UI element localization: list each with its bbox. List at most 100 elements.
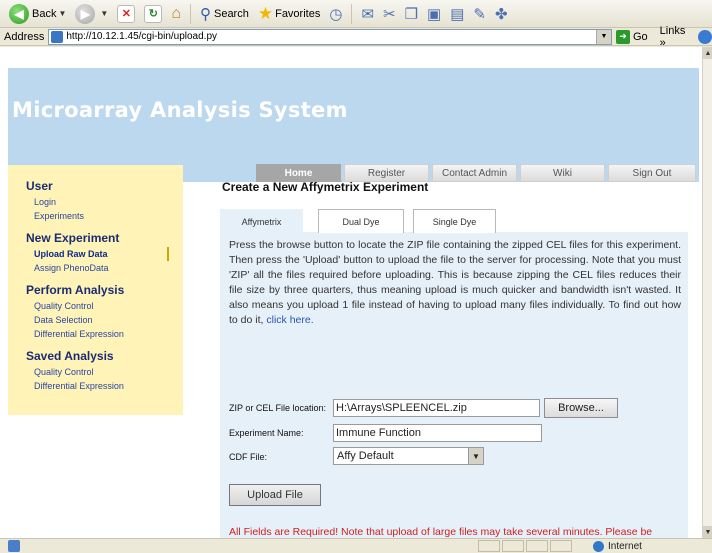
home-icon: ⌂ — [171, 4, 181, 22]
chevron-down-icon[interactable]: ▼ — [468, 448, 483, 464]
required-fields-warning: All Fields are Required! Note that uploa… — [229, 526, 653, 538]
address-label: Address — [4, 30, 45, 43]
sidebar-item-upload-raw-data[interactable]: Upload Raw Data — [26, 247, 169, 261]
scroll-down-arrow-icon[interactable]: ▼ — [703, 526, 712, 538]
mail-button[interactable]: ✉ — [358, 3, 377, 25]
messenger-button[interactable]: ✤ — [492, 3, 511, 25]
tab-dual-dye[interactable]: Dual Dye — [318, 209, 404, 233]
tab-affymetrix[interactable]: Affymetrix — [220, 209, 303, 233]
browser-toolbar: ◀ Back ▼ ▶ ▼ ✕ ↻ ⌂ ⚲ Search ★ Favorites … — [0, 0, 712, 28]
cut-icon: ✂ — [383, 5, 396, 23]
url-input[interactable]: http://10.12.1.45/cgi-bin/upload.py ▼ — [48, 28, 612, 45]
site-title: Microarray Analysis System — [12, 98, 348, 122]
status-pane — [502, 540, 524, 552]
discuss-icon: ✎ — [473, 5, 486, 23]
go-label: Go — [632, 30, 648, 43]
sidebar-heading-saved-analysis: Saved Analysis — [26, 349, 114, 363]
chevron-down-icon: ▼ — [100, 9, 109, 18]
status-pane — [478, 540, 500, 552]
url-text: http://10.12.1.45/cgi-bin/upload.py — [66, 31, 218, 42]
sidebar-item-experiments[interactable]: Experiments — [26, 209, 183, 223]
sidebar-item-data-selection[interactable]: Data Selection — [26, 313, 183, 327]
status-pane — [526, 540, 548, 552]
mail-icon: ✉ — [361, 5, 375, 23]
links-label: Links — [659, 24, 686, 37]
sidebar-heading-new-experiment: New Experiment — [26, 231, 120, 245]
sidebar-item-saved-quality-control[interactable]: Quality Control — [26, 365, 183, 379]
upload-panel: Press the browse button to locate the ZI… — [220, 232, 688, 538]
back-button[interactable]: ◀ Back ▼ — [6, 3, 69, 25]
sidebar: User Login Experiments New Experiment Up… — [8, 165, 183, 415]
globe-icon — [593, 541, 604, 552]
stop-icon: ✕ — [117, 4, 136, 23]
history-icon: ◷ — [329, 5, 343, 23]
vertical-scrollbar[interactable]: ▲ ▼ — [702, 47, 712, 538]
browse-button[interactable]: Browse... — [544, 398, 618, 418]
sidebar-item-login[interactable]: Login — [26, 195, 183, 209]
forward-arrow-icon: ▶ — [75, 3, 96, 24]
sidebar-item-saved-differential-expression[interactable]: Differential Expression — [26, 379, 183, 393]
nav-sign-out[interactable]: Sign Out — [608, 164, 696, 182]
refresh-button[interactable]: ↻ — [141, 3, 165, 25]
help-link[interactable]: click here. — [266, 314, 313, 326]
sidebar-heading-perform-analysis: Perform Analysis — [26, 283, 125, 297]
cut-button[interactable]: ✂ — [380, 3, 399, 25]
cdf-file-select[interactable]: Affy Default ▼ — [333, 447, 484, 465]
forward-button[interactable]: ▶ ▼ — [72, 3, 111, 25]
page-icon — [51, 30, 64, 43]
back-label: Back — [32, 7, 57, 20]
edit-button[interactable]: ▤ — [447, 3, 467, 25]
address-bar: Address http://10.12.1.45/cgi-bin/upload… — [0, 25, 712, 49]
chevron-down-icon[interactable]: ▼ — [595, 29, 611, 44]
instructions-text: Press the browse button to locate the ZI… — [229, 238, 681, 328]
sidebar-item-assign-phenodata[interactable]: Assign PhenoData — [26, 261, 183, 275]
messenger-icon: ✤ — [495, 5, 508, 23]
paste-icon: ▣ — [427, 5, 442, 23]
zone-label: Internet — [608, 541, 642, 552]
search-icon: ⚲ — [199, 5, 211, 23]
go-arrow-icon: ➜ — [615, 29, 630, 44]
chevron-down-icon: ▼ — [58, 9, 67, 18]
cdf-selected-value: Affy Default — [337, 450, 394, 462]
page-title: Create a New Affymetrix Experiment — [222, 180, 429, 194]
favorites-button[interactable]: ★ Favorites — [255, 3, 324, 25]
zip-file-input[interactable]: H:\Arrays\SPLEENCEL.zip — [333, 399, 540, 417]
back-arrow-icon: ◀ — [9, 3, 29, 24]
status-bar: Internet — [0, 538, 712, 553]
status-panes — [478, 540, 572, 552]
tab-single-dye[interactable]: Single Dye — [413, 209, 496, 233]
scroll-up-arrow-icon[interactable]: ▲ — [703, 47, 712, 59]
links-button[interactable]: Links » — [660, 25, 694, 49]
cdf-file-label: CDF File: — [229, 452, 267, 462]
copy-button[interactable]: ❐ — [402, 3, 421, 25]
search-label: Search — [213, 7, 249, 20]
copy-icon: ❐ — [404, 5, 419, 23]
upload-file-button[interactable]: Upload File — [229, 484, 321, 506]
discuss-button[interactable]: ✎ — [470, 3, 489, 25]
nav-contact-admin[interactable]: Contact Admin — [432, 164, 517, 182]
home-button[interactable]: ⌂ — [168, 3, 184, 25]
paste-button[interactable]: ▣ — [424, 3, 444, 25]
experiment-name-input[interactable]: Immune Function — [333, 424, 542, 442]
experiment-name-label: Experiment Name: — [229, 428, 304, 438]
status-pane — [550, 540, 572, 552]
sidebar-item-differential-expression[interactable]: Differential Expression — [26, 327, 183, 341]
sidebar-heading-user: User — [26, 179, 53, 193]
history-button[interactable]: ◷ — [326, 3, 345, 25]
nav-wiki[interactable]: Wiki — [520, 164, 605, 182]
toolbar-divider — [189, 3, 191, 24]
security-zone: Internet — [593, 539, 642, 553]
instructions-body: Press the browse button to locate the ZI… — [229, 239, 681, 326]
go-button[interactable]: ➜ Go — [615, 29, 648, 44]
favorites-label: Favorites — [275, 7, 321, 20]
search-button[interactable]: ⚲ Search — [197, 3, 252, 25]
edit-icon: ▤ — [450, 5, 465, 23]
zip-file-label: ZIP or CEL File location: — [229, 403, 327, 413]
toolbar-divider — [351, 3, 353, 24]
star-icon: ★ — [257, 3, 274, 23]
sidebar-item-quality-control[interactable]: Quality Control — [26, 299, 183, 313]
page-viewport: Microarray Analysis System Home Register… — [0, 47, 712, 538]
stop-button[interactable]: ✕ — [114, 3, 138, 25]
ie-icon[interactable] — [698, 29, 712, 44]
refresh-icon: ↻ — [144, 4, 163, 23]
